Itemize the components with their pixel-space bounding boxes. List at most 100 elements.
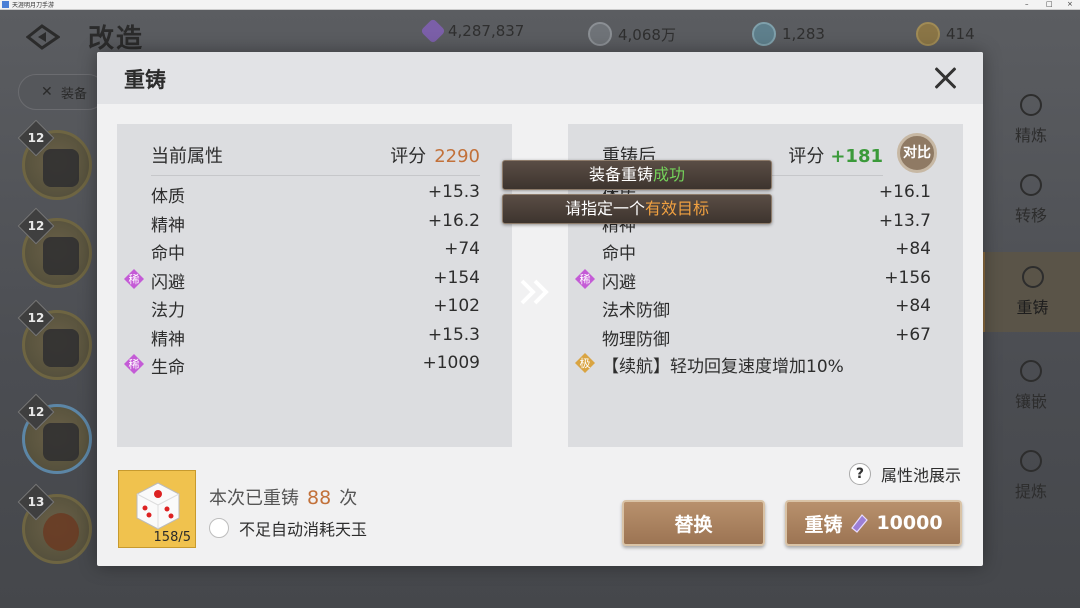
transfer-icon	[1020, 174, 1042, 196]
equip-slot-armor[interactable]: 12	[17, 207, 92, 288]
modal-header: 重铸	[97, 52, 983, 104]
svg-text:稀: 稀	[580, 273, 591, 286]
stat-value: +74	[444, 239, 480, 259]
reforge-material-slot[interactable]: 158/5	[118, 470, 196, 548]
maximize-icon[interactable]: □	[1046, 1, 1053, 8]
stat-row: 稀生命 +1009	[124, 353, 480, 378]
help-icon[interactable]: ?	[848, 463, 871, 485]
stat-value: +1009	[422, 353, 480, 373]
toast-reforge-success: 装备重铸成功	[502, 160, 772, 190]
stat-value: +67	[895, 324, 931, 345]
coin-icon	[588, 22, 612, 46]
window-controls: – □ ×	[1025, 1, 1074, 8]
inlay-icon	[1020, 360, 1042, 382]
level-badge: 13	[17, 483, 55, 521]
back-icon[interactable]	[26, 24, 60, 50]
minimize-icon[interactable]: –	[1025, 1, 1032, 8]
stat-row: 命中 +74	[151, 239, 480, 264]
score-value: 2290	[434, 146, 480, 167]
stat-value: +16.1	[878, 182, 931, 202]
toast-invalid-target: 请指定一个有效目标	[502, 194, 772, 224]
special-attribute: 极 【续航】轻功回复速度增加10%	[575, 352, 931, 377]
reforge-count: 本次已重铸 88 次	[209, 487, 358, 509]
panel-title: 当前属性	[151, 146, 223, 167]
stat-row: 物理防御 +67	[602, 324, 931, 350]
stat-row: 命中 +84	[602, 239, 931, 264]
pants-icon	[43, 329, 79, 367]
equip-slot-accessory[interactable]: 13	[17, 483, 92, 564]
stat-name: 闪避	[602, 272, 636, 293]
stat-name: 生命	[151, 358, 185, 378]
app-icon	[2, 1, 9, 8]
stat-row: 体质 +15.3	[151, 182, 480, 207]
reforge-modal: 重铸 当前属性 评分 2290 体质 +15.3 精神 +16.2 命中 +74 稀闪避 +15…	[97, 52, 983, 566]
gold-token-icon	[916, 22, 940, 46]
rare-badge-icon: 稀	[574, 268, 596, 290]
equip-slot-helmet[interactable]: 12	[17, 119, 92, 200]
svg-text:稀: 稀	[129, 273, 140, 286]
jade-currency-icon	[851, 514, 869, 533]
stat-value: +156	[884, 267, 931, 288]
compare-button[interactable]: 对比	[897, 133, 937, 173]
stat-name: 命中	[151, 244, 185, 264]
current-attributes-panel: 当前属性 评分 2290 体质 +15.3 精神 +16.2 命中 +74 稀闪避 +154 法力…	[117, 124, 512, 447]
svg-text:稀: 稀	[129, 358, 140, 371]
stat-row: 法术防御 +84	[602, 296, 931, 321]
stat-name: 精神	[151, 329, 185, 350]
modal-title: 重铸	[124, 68, 166, 92]
equip-slot-pants[interactable]: 12	[17, 299, 92, 380]
equipment-filter[interactable]: ✕ 装备	[18, 74, 106, 110]
helmet-icon	[43, 149, 79, 187]
stat-value: +84	[895, 296, 931, 316]
side-item-inlay[interactable]: 镶嵌	[982, 346, 1080, 426]
stat-row: 法力 +102	[151, 296, 480, 321]
score: 评分 2290	[390, 146, 480, 167]
stat-value: +15.3	[427, 182, 480, 202]
score: 评分 +181	[788, 146, 883, 167]
stat-value: +16.2	[427, 210, 480, 231]
stat-name: 体质	[151, 187, 185, 207]
filter-clear-icon[interactable]: ✕	[41, 84, 53, 100]
stat-name: 法术防御	[602, 301, 670, 321]
material-count: 158/5	[153, 530, 191, 545]
attribute-pool-link[interactable]: ? 属性池展示	[848, 462, 961, 486]
stat-name: 物理防御	[602, 329, 670, 350]
reforge-button[interactable]: 重铸 10000	[785, 500, 962, 546]
equip-slot-boots[interactable]: 12	[17, 393, 92, 474]
gem-icon	[752, 22, 776, 46]
auto-consume-option[interactable]: 不足自动消耗天玉	[209, 516, 367, 540]
accessory-icon	[43, 513, 79, 551]
stat-name: 闪避	[151, 272, 185, 293]
currency-coin: 4,068万	[588, 22, 676, 46]
stat-value: +154	[433, 267, 480, 288]
stat-value: +84	[895, 239, 931, 259]
currency-crystal: 4,287,837	[420, 18, 524, 44]
stat-row: 稀闪避 +154	[124, 267, 480, 293]
close-icon[interactable]	[933, 66, 957, 90]
reforge-icon	[1021, 266, 1044, 288]
dice-icon	[136, 482, 180, 530]
stat-row: 精神 +16.2	[151, 210, 480, 236]
stat-row: 稀闪避 +156	[575, 267, 931, 293]
currency-gold: 414	[916, 22, 975, 46]
armor-icon	[43, 237, 79, 275]
panel-header: 当前属性 评分 2290	[151, 142, 480, 176]
page-title: 改造	[88, 24, 145, 54]
stat-name: 法力	[151, 301, 185, 321]
extract-icon	[1020, 450, 1042, 472]
auto-consume-radio[interactable]	[209, 518, 229, 538]
side-item-reforge[interactable]: 重铸	[982, 252, 1080, 332]
window-close-icon[interactable]: ×	[1067, 1, 1074, 8]
window-titlebar: 天涯明月刀手游 – □ ×	[0, 0, 1080, 10]
side-item-refine[interactable]: 精炼	[982, 80, 1080, 160]
side-item-transfer[interactable]: 转移	[982, 160, 1080, 240]
refine-icon	[1020, 94, 1042, 116]
stat-value: +102	[433, 296, 480, 316]
stat-value: +13.7	[878, 210, 931, 231]
currency-gem: 1,283	[752, 22, 825, 46]
replace-button[interactable]: 替换	[622, 500, 765, 546]
window-title: 天涯明月刀手游	[12, 2, 55, 9]
side-item-extract[interactable]: 提炼	[982, 436, 1080, 516]
rare-badge-icon: 稀	[123, 353, 145, 375]
svg-text:极: 极	[580, 356, 591, 370]
